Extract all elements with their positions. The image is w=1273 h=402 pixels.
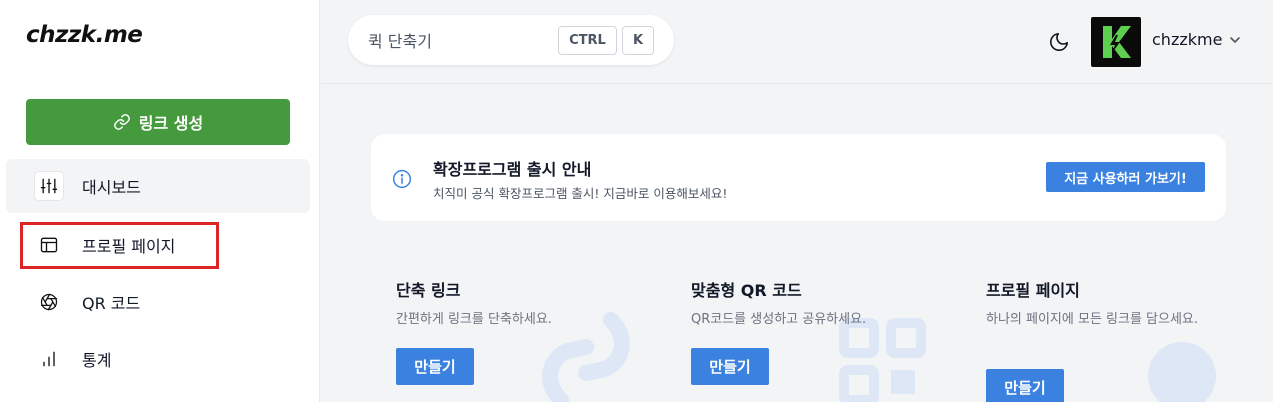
create-link-label: 링크 생성: [138, 114, 204, 133]
card-title: 맞춤형 QR 코드: [691, 281, 802, 300]
avatar[interactable]: [1091, 17, 1141, 67]
shortcut-key-ctrl: CTRL: [558, 26, 617, 55]
link-icon: [113, 114, 130, 130]
card-title: 단축 링크: [396, 281, 461, 300]
announcement-title: 확장프로그램 출시 안내: [433, 160, 592, 179]
create-profile-page-button[interactable]: 만들기: [986, 369, 1064, 402]
sidebar: chzzk.me 링크 생성 대시보드 프로필 페이지 QR 코드 통계: [0, 0, 320, 402]
try-extension-button[interactable]: 지금 사용하러 가보기!: [1046, 162, 1205, 192]
card-description: 간편하게 링크를 단축하세요.: [396, 312, 552, 327]
sidebar-item-profile-page[interactable]: 프로필 페이지: [6, 218, 310, 272]
sidebar-item-label: 통계: [82, 351, 112, 370]
card-title: 프로필 페이지: [986, 281, 1080, 300]
card-description: QR코드를 생성하고 공유하세요.: [691, 312, 867, 327]
sidebar-item-statistics[interactable]: 통계: [6, 332, 310, 386]
profile-decoration-icon: [1148, 342, 1216, 402]
layout-icon: [34, 230, 64, 260]
info-icon: [392, 169, 412, 189]
card-qr-code: 맞춤형 QR 코드 QR코드를 생성하고 공유하세요. 만들기: [666, 255, 931, 402]
sidebar-item-dashboard[interactable]: 대시보드: [6, 159, 310, 213]
sidebar-item-label: 프로필 페이지: [82, 237, 176, 256]
header-divider: [321, 83, 1273, 84]
avatar-logo-icon: [1103, 26, 1131, 58]
announcement-description: 치직미 공식 확장프로그램 출시! 지금바로 이용해보세요!: [433, 186, 728, 201]
username[interactable]: chzzkme: [1152, 30, 1222, 49]
sliders-icon: [34, 171, 64, 201]
sidebar-item-label: QR 코드: [82, 294, 141, 313]
sidebar-item-label: 대시보드: [82, 178, 141, 197]
shortcut-key-k: K: [622, 26, 654, 55]
dark-mode-toggle-icon[interactable]: [1048, 31, 1070, 53]
create-short-link-button[interactable]: 만들기: [396, 348, 474, 385]
create-link-button[interactable]: 링크 생성: [26, 99, 290, 145]
sidebar-item-qr-code[interactable]: QR 코드: [6, 275, 310, 329]
aperture-icon: [34, 287, 64, 317]
announcement-card: 확장프로그램 출시 안내 치직미 공식 확장프로그램 출시! 지금바로 이용해보…: [371, 134, 1226, 221]
logo[interactable]: chzzk.me: [26, 22, 143, 48]
chevron-down-icon[interactable]: [1229, 34, 1241, 46]
search-placeholder: 퀵 단축기: [368, 32, 432, 51]
card-short-link: 단축 링크 간편하게 링크를 단축하세요. 만들기: [371, 255, 636, 402]
create-qr-code-button[interactable]: 만들기: [691, 348, 769, 385]
card-profile-page: 프로필 페이지 하나의 페이지에 모든 링크를 담으세요. 만들기: [961, 255, 1226, 402]
search-input[interactable]: 퀵 단축기 CTRL K: [348, 15, 674, 65]
card-description: 하나의 페이지에 모든 링크를 담으세요.: [986, 312, 1199, 327]
bar-chart-icon: [34, 344, 64, 374]
